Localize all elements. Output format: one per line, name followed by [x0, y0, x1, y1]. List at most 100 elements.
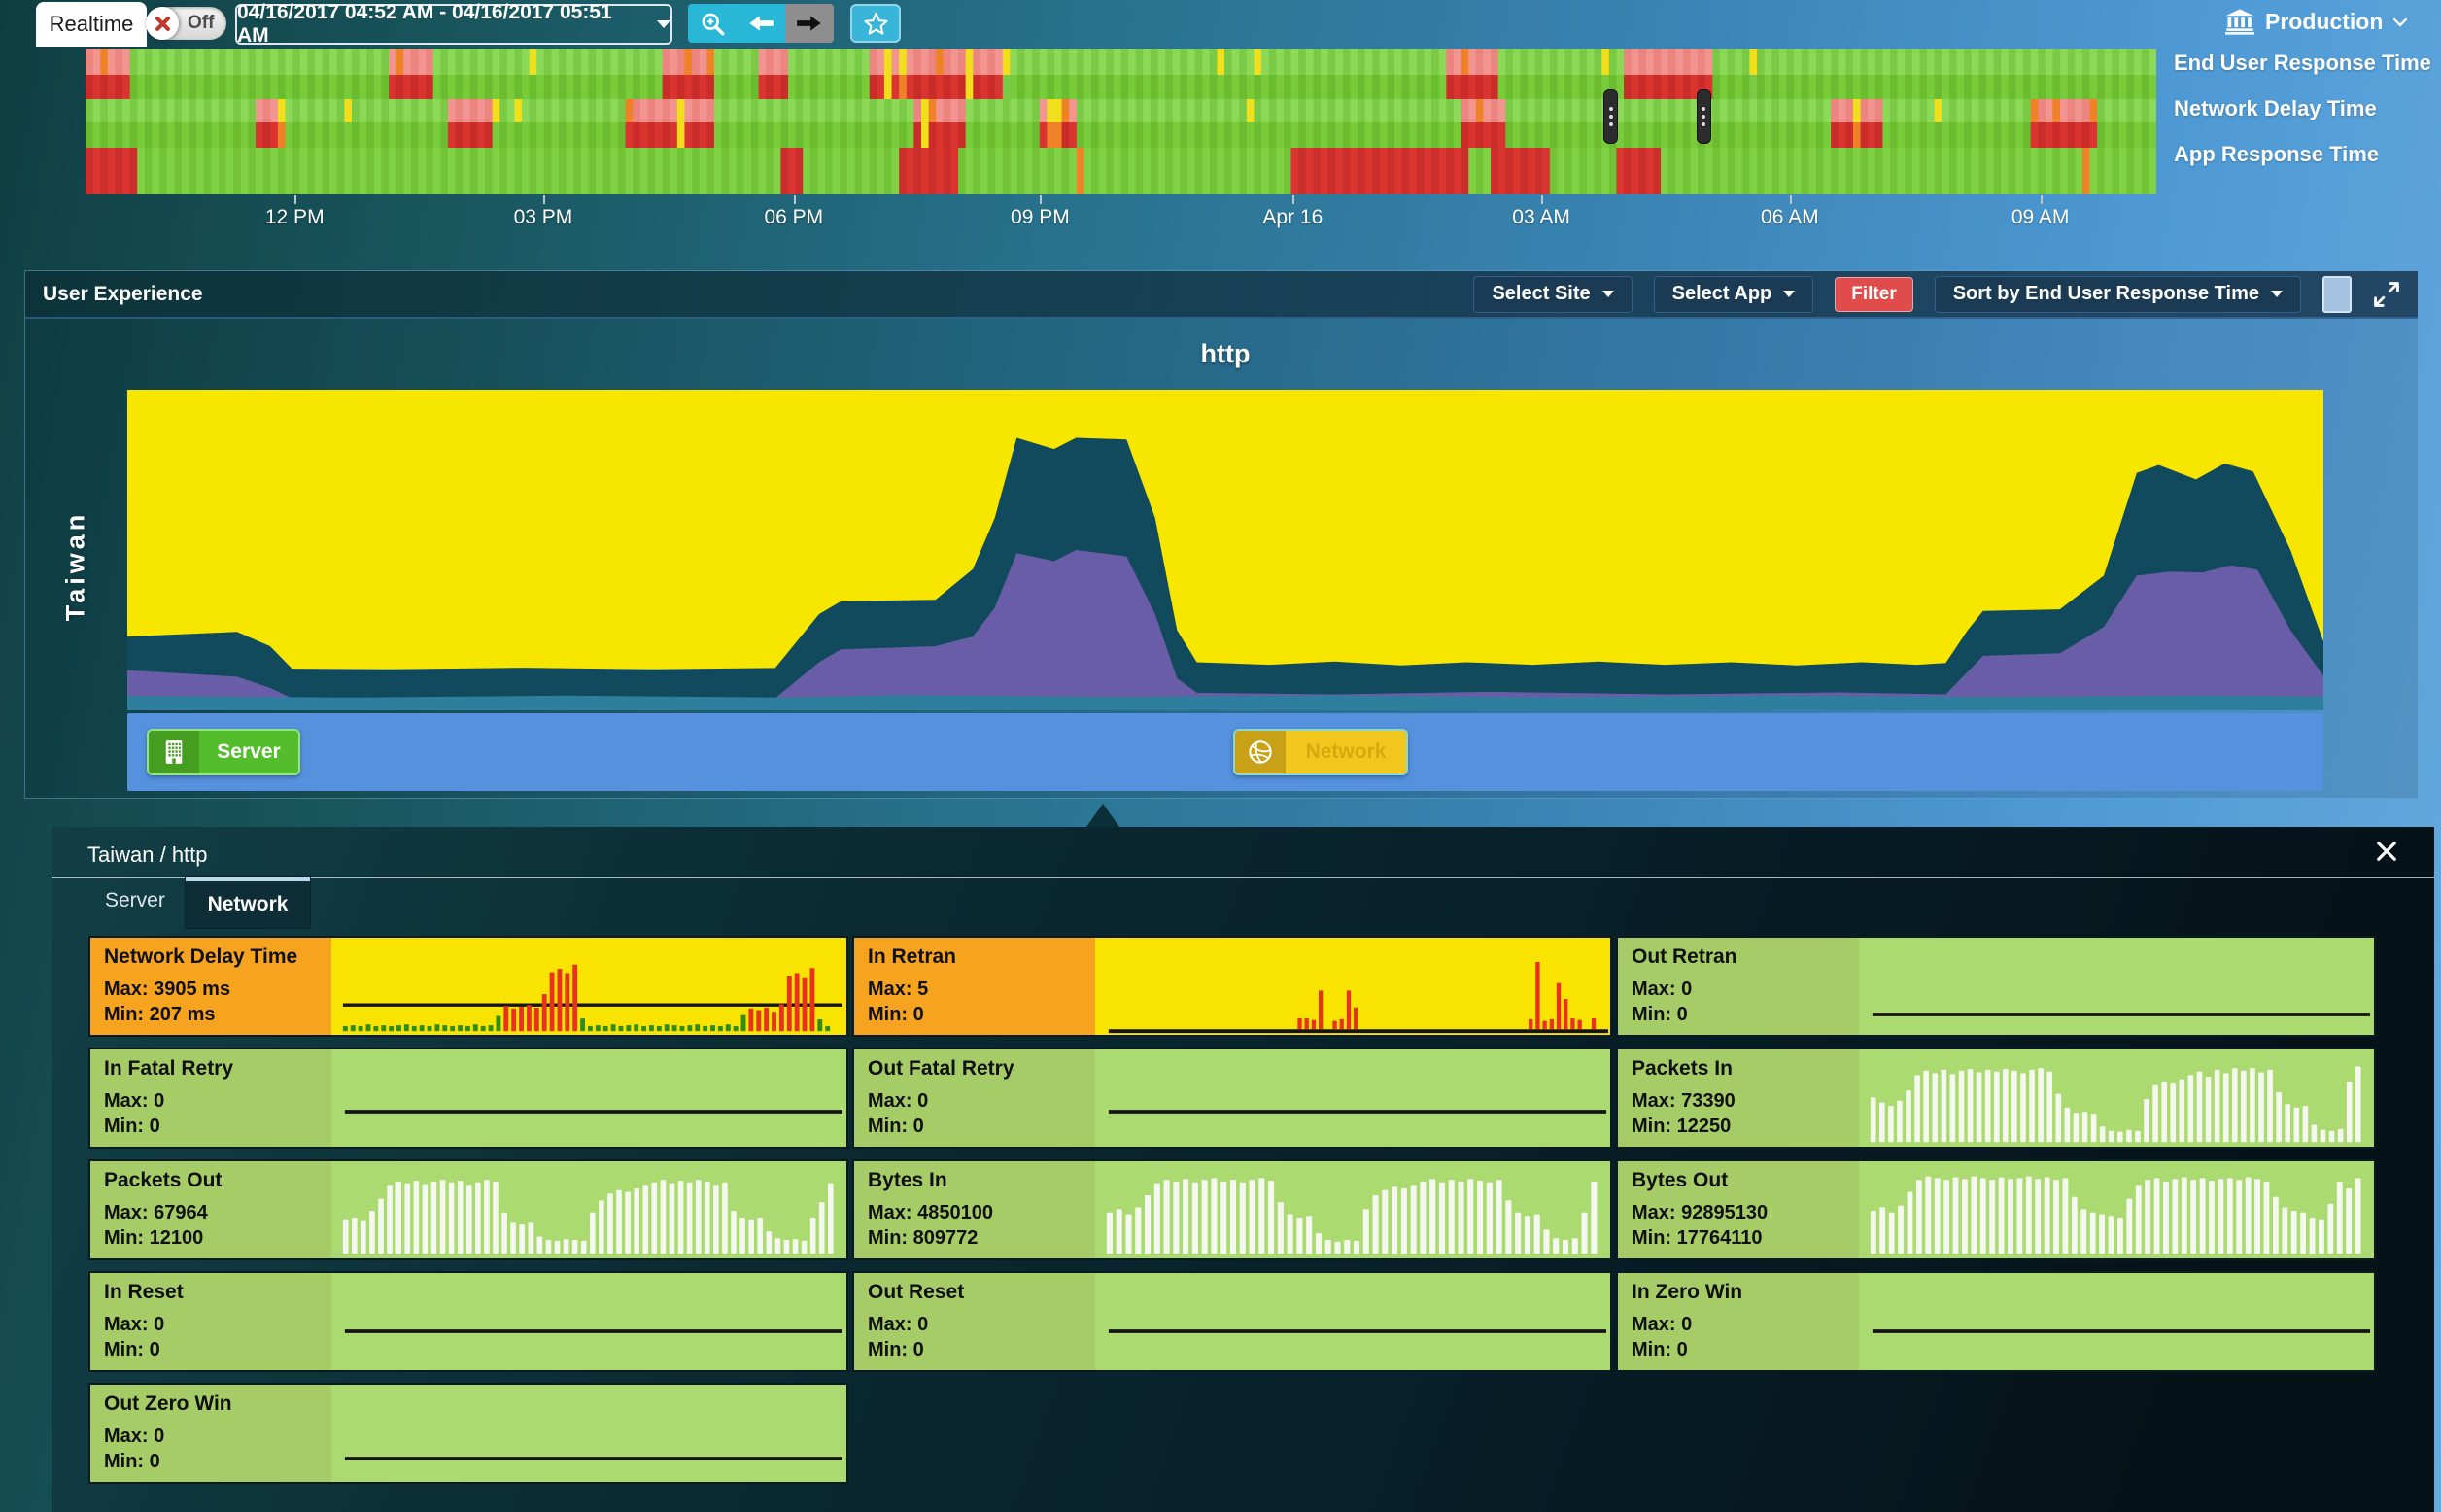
metric-min: Min: 17764110 [1632, 1227, 1763, 1249]
fullscreen-button[interactable] [2373, 281, 2400, 308]
timeline-tick [1789, 195, 1792, 204]
metric-sparkline [1095, 1273, 1610, 1370]
chevron-down-icon [1783, 291, 1796, 297]
tab-server[interactable]: Server [105, 889, 165, 912]
metric-label-section: Packets Out Max: 67964 Min: 12100 [90, 1161, 331, 1258]
favorite-button[interactable] [850, 4, 901, 43]
bank-icon [2225, 9, 2254, 35]
metric-card[interactable]: Out Zero Win Max: 0 Min: 0 [88, 1383, 848, 1484]
step-forward-button[interactable] [785, 4, 834, 43]
site-label: Taiwan [60, 510, 90, 622]
network-tier-button[interactable]: Network [1233, 729, 1408, 775]
metric-title: Packets Out [104, 1169, 223, 1191]
select-app-label: Select App [1671, 283, 1772, 304]
metric-max: Max: 0 [104, 1314, 165, 1335]
close-icon [2377, 842, 2396, 861]
time-scrubber-handle-left[interactable] [1603, 89, 1619, 144]
metric-min: Min: 0 [868, 1339, 924, 1360]
metric-min: Min: 207 ms [104, 1004, 216, 1025]
metric-card[interactable]: Out Reset Max: 0 Min: 0 [852, 1271, 1612, 1372]
metric-card[interactable]: Out Retran Max: 0 Min: 0 [1616, 936, 2376, 1037]
metric-label-section: Out Retran Max: 0 Min: 0 [1618, 938, 1859, 1035]
sort-label: Sort by End User Response Time [1952, 283, 2259, 304]
toggle-off-label: Off [188, 13, 215, 33]
zoom-in-button[interactable] [688, 4, 737, 43]
time-scrubber-handle-right[interactable] [1696, 89, 1711, 144]
star-icon [863, 12, 888, 35]
metric-card[interactable]: Packets Out Max: 67964 Min: 12100 [88, 1159, 848, 1260]
metric-title: Out Reset [868, 1281, 965, 1303]
metric-sparkline [331, 938, 846, 1035]
metric-label-section: Out Zero Win Max: 0 Min: 0 [90, 1385, 331, 1482]
metric-title: Out Zero Win [104, 1392, 232, 1415]
filter-label: Filter [1851, 283, 1897, 304]
response-time-area-chart[interactable] [127, 390, 2323, 710]
select-site-button[interactable]: Select Site [1473, 275, 1633, 313]
metric-min: Min: 0 [1632, 1339, 1688, 1360]
metric-label-section: Out Reset Max: 0 Min: 0 [854, 1273, 1095, 1370]
metric-card[interactable]: Bytes Out Max: 92895130 Min: 17764110 [1616, 1159, 2376, 1260]
tab-network[interactable]: Network [186, 877, 310, 928]
arrow-left-icon [749, 16, 774, 31]
timeline-zone: 12 PM 03 PM 06 PM 09 PM Apr 16 03 AM 06 AM 09 A… [86, 49, 2157, 243]
metric-label-section: Network Delay Time Max: 3905 ms Min: 207 m… [90, 938, 331, 1035]
detail-title: Taiwan / http [87, 842, 208, 867]
close-button[interactable] [2374, 839, 2399, 864]
metric-label-section: Packets In Max: 73390 Min: 12250 [1618, 1049, 1859, 1147]
sort-button[interactable]: Sort by End User Response Time [1934, 275, 2301, 313]
metric-card[interactable]: Bytes In Max: 4850100 Min: 809772 [852, 1159, 1612, 1260]
server-tier-button[interactable]: Server [147, 729, 300, 775]
building-icon [149, 731, 199, 773]
time-nav-group [688, 4, 834, 43]
metric-label-section: In Fatal Retry Max: 0 Min: 0 [90, 1049, 331, 1147]
date-range-picker[interactable]: 04/16/2017 04:52 AM - 04/16/2017 05:51 A… [235, 1, 672, 47]
select-app-button[interactable]: Select App [1653, 275, 1814, 313]
metric-card[interactable]: In Fatal Retry Max: 0 Min: 0 [88, 1048, 848, 1149]
timeline-tick [2040, 195, 2043, 204]
legend-app-response-time: App Response Time [2174, 142, 2380, 166]
panel-header: User Experience Select Site Select App F… [25, 271, 2418, 319]
metric-max: Max: 67964 [104, 1202, 208, 1223]
metric-min: Min: 809772 [868, 1227, 979, 1249]
metric-card[interactable]: Out Fatal Retry Max: 0 Min: 0 [852, 1048, 1612, 1149]
layout-toggle-button[interactable] [2322, 275, 2352, 313]
metric-min: Min: 0 [868, 1004, 924, 1025]
timeline-tick [542, 195, 545, 204]
realtime-tab[interactable]: Realtime [36, 2, 147, 47]
metric-card[interactable]: Packets In Max: 73390 Min: 12250 [1616, 1048, 2376, 1149]
metric-sparkline [1095, 938, 1610, 1035]
metric-card[interactable]: Network Delay Time Max: 3905 ms Min: 207 m… [88, 936, 848, 1037]
metric-card[interactable]: In Retran Max: 5 Min: 0 [852, 936, 1612, 1037]
metric-label-section: Bytes In Max: 4850100 Min: 809772 [854, 1161, 1095, 1258]
timeline-tick [793, 195, 796, 204]
environment-menu[interactable]: Production [2225, 9, 2408, 35]
filter-button[interactable]: Filter [1835, 276, 1913, 312]
chevron-down-icon [1601, 291, 1614, 297]
timeline-heatmap[interactable] [86, 49, 2157, 194]
metric-max: Max: 0 [104, 1426, 165, 1447]
arrow-right-icon [797, 16, 821, 31]
metric-max: Max: 92895130 [1632, 1202, 1769, 1223]
metric-label-section: Out Fatal Retry Max: 0 Min: 0 [854, 1049, 1095, 1147]
timeline-tick-label: 06 AM [1761, 206, 1819, 228]
metric-card[interactable]: In Reset Max: 0 Min: 0 [88, 1271, 848, 1372]
realtime-off-toggle[interactable]: Off [146, 7, 227, 40]
toggle-x-icon [146, 7, 179, 40]
metric-card[interactable]: In Zero Win Max: 0 Min: 0 [1616, 1271, 2376, 1372]
timeline-tick [1541, 195, 1544, 204]
timeline-tick-label: Apr 16 [1262, 206, 1324, 228]
metric-sparkline [331, 1049, 846, 1147]
metric-sparkline [1095, 1049, 1610, 1147]
grip-dots-icon [1608, 115, 1613, 119]
metric-title: In Zero Win [1632, 1281, 1743, 1303]
metric-sparkline [331, 1273, 846, 1370]
timeline-tick [1292, 195, 1295, 204]
date-range-value: 04/16/2017 04:52 AM - 04/16/2017 05:51 A… [237, 1, 612, 47]
metric-min: Min: 0 [104, 1451, 160, 1472]
step-back-button[interactable] [737, 4, 785, 43]
legend-network-delay-time: Network Delay Time [2174, 96, 2377, 120]
metric-sparkline [331, 1161, 846, 1258]
metric-max: Max: 3905 ms [104, 979, 231, 1000]
tier-bar: Server Network [127, 713, 2323, 791]
area-layer-teal-base-strip [127, 695, 2323, 710]
